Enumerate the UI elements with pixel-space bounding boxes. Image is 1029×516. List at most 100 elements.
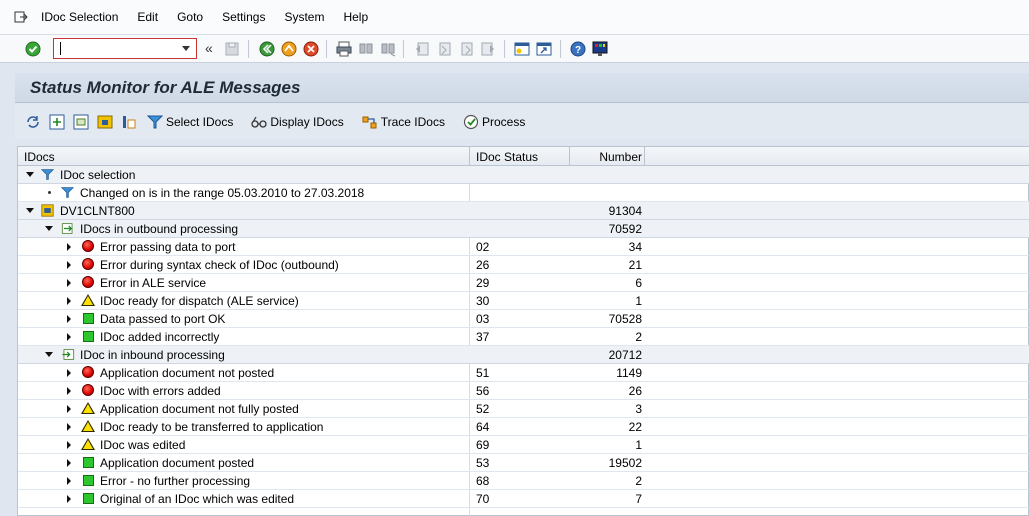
select-idocs-button[interactable]: Select IDocs bbox=[147, 114, 233, 130]
application-toolbar: Select IDocs Display IDocs Trace IDocs P… bbox=[15, 104, 1029, 139]
column-header-status[interactable]: IDoc Status bbox=[476, 150, 538, 164]
table-row[interactable]: Error passing data to port 02 34 bbox=[18, 238, 1029, 256]
trace-idocs-button[interactable]: Trace IDocs bbox=[362, 114, 445, 130]
row-status: 68 bbox=[476, 474, 490, 488]
row-status: 02 bbox=[476, 240, 490, 254]
collapsed-arrow-icon[interactable] bbox=[67, 441, 71, 449]
table-row[interactable]: IDoc was edited 69 1 bbox=[18, 436, 1029, 454]
menu-edit[interactable]: Edit bbox=[137, 10, 158, 24]
collapsed-arrow-icon[interactable] bbox=[67, 477, 71, 485]
select-layout-icon[interactable] bbox=[121, 114, 137, 130]
collapsed-arrow-icon[interactable] bbox=[67, 423, 71, 431]
tree-node-outbound[interactable]: IDocs in outbound processing 70592 bbox=[18, 220, 1029, 238]
yellow-warning-icon bbox=[81, 438, 95, 450]
yellow-warning-icon bbox=[81, 294, 95, 306]
row-number: 7 bbox=[635, 492, 642, 506]
menu-system[interactable]: System bbox=[284, 10, 324, 24]
table-row[interactable]: IDoc added incorrectly 37 2 bbox=[18, 328, 1029, 346]
column-header-number[interactable]: Number bbox=[599, 150, 642, 164]
table-row[interactable]: IDoc ready for dispatch (ALE service) 30… bbox=[18, 292, 1029, 310]
red-status-icon bbox=[82, 258, 94, 270]
row-number: 34 bbox=[628, 240, 642, 254]
table-row[interactable]: Error - no further processing 68 2 bbox=[18, 472, 1029, 490]
table-header: IDocs IDoc Status Number bbox=[18, 147, 1029, 166]
collapsed-arrow-icon[interactable] bbox=[67, 297, 71, 305]
table-row[interactable]: Application document posted 53 19502 bbox=[18, 454, 1029, 472]
row-status: 26 bbox=[476, 258, 490, 272]
table-row[interactable]: Original of an IDoc which was edited 70 … bbox=[18, 490, 1029, 508]
tree-node-inbound[interactable]: IDoc in inbound processing 20712 bbox=[18, 346, 1029, 364]
green-status-icon bbox=[83, 313, 94, 324]
row-label: Application document not fully posted bbox=[100, 402, 299, 416]
display-idocs-button[interactable]: Display IDocs bbox=[251, 114, 344, 130]
table-row[interactable]: Data passed to port OK 03 70528 bbox=[18, 310, 1029, 328]
table-row[interactable]: Application document not fully posted 52… bbox=[18, 400, 1029, 418]
row-status: 69 bbox=[476, 438, 490, 452]
collapsed-arrow-icon[interactable] bbox=[67, 243, 71, 251]
collapsed-arrow-icon[interactable] bbox=[67, 495, 71, 503]
find-next-icon bbox=[381, 43, 396, 57]
collapse-all-icon[interactable] bbox=[73, 114, 89, 130]
menu-help[interactable]: Help bbox=[343, 10, 368, 24]
expanded-arrow-icon[interactable] bbox=[45, 226, 53, 231]
row-status: 30 bbox=[476, 294, 490, 308]
expand-all-icon[interactable] bbox=[49, 114, 65, 130]
back-icon[interactable] bbox=[259, 41, 275, 57]
expanded-arrow-icon[interactable] bbox=[26, 208, 34, 213]
collapsed-arrow-icon[interactable] bbox=[67, 369, 71, 377]
shortcut-icon[interactable] bbox=[536, 41, 552, 57]
collapsed-arrow-icon[interactable] bbox=[67, 279, 71, 287]
menu-settings[interactable]: Settings bbox=[222, 10, 265, 24]
row-number: 2 bbox=[635, 474, 642, 488]
system-number: 91304 bbox=[608, 204, 642, 218]
menu-goto[interactable]: Goto bbox=[177, 10, 203, 24]
green-status-icon bbox=[83, 475, 94, 486]
save-icon bbox=[225, 42, 239, 56]
row-label: IDoc ready for dispatch (ALE service) bbox=[100, 294, 299, 308]
cancel-icon[interactable] bbox=[303, 41, 319, 57]
first-page-icon bbox=[416, 42, 429, 56]
enter-check-icon[interactable] bbox=[25, 41, 41, 57]
table-row[interactable]: IDoc with errors added 56 26 bbox=[18, 382, 1029, 400]
collapsed-arrow-icon[interactable] bbox=[67, 387, 71, 395]
row-label: Error - no further processing bbox=[100, 474, 251, 488]
column-header-idocs[interactable]: IDocs bbox=[24, 150, 55, 164]
table-row[interactable]: Error during syntax check of IDoc (outbo… bbox=[18, 256, 1029, 274]
collapsed-arrow-icon[interactable] bbox=[67, 333, 71, 341]
expanded-arrow-icon[interactable] bbox=[45, 352, 53, 357]
collapsed-arrow-icon[interactable] bbox=[67, 315, 71, 323]
collapsed-arrow-icon[interactable] bbox=[67, 405, 71, 413]
table-row[interactable]: IDoc ready to be transferred to applicat… bbox=[18, 418, 1029, 436]
trace-idocs-label: Trace IDocs bbox=[380, 114, 445, 129]
exit-icon[interactable] bbox=[281, 41, 297, 57]
red-status-icon bbox=[82, 366, 94, 378]
table-row[interactable]: Error in ALE service 29 6 bbox=[18, 274, 1029, 292]
print-icon[interactable] bbox=[336, 41, 352, 57]
collapsed-arrow-icon[interactable] bbox=[67, 261, 71, 269]
tree-node-idoc-selection[interactable]: IDoc selection bbox=[18, 166, 1029, 184]
idoc-folder-icon[interactable] bbox=[97, 114, 113, 130]
tree-node-system[interactable]: DV1CLNT800 91304 bbox=[18, 202, 1029, 220]
row-label: IDoc was edited bbox=[100, 438, 186, 452]
select-idocs-label: Select IDocs bbox=[166, 114, 234, 129]
process-button[interactable]: Process bbox=[463, 114, 525, 130]
table-row[interactable]: Application document not posted 51 1149 bbox=[18, 364, 1029, 382]
row-label: Data passed to port OK bbox=[100, 312, 226, 326]
row-status: 56 bbox=[476, 384, 490, 398]
expanded-arrow-icon[interactable] bbox=[26, 172, 34, 177]
row-label: Error during syntax check of IDoc (outbo… bbox=[100, 258, 339, 272]
help-icon[interactable]: ? bbox=[570, 41, 586, 57]
menu-expand-icon[interactable] bbox=[14, 10, 28, 24]
menu-idoc-selection[interactable]: IDoc Selection bbox=[41, 10, 118, 24]
customize-layout-icon[interactable] bbox=[592, 41, 608, 57]
collapse-toolbar-icon[interactable]: « bbox=[205, 40, 213, 56]
row-status: 53 bbox=[476, 456, 490, 470]
process-label: Process bbox=[481, 114, 526, 129]
refresh-icon[interactable] bbox=[25, 114, 41, 130]
collapsed-arrow-icon[interactable] bbox=[67, 459, 71, 467]
chevron-down-icon[interactable] bbox=[182, 46, 190, 51]
row-label: IDoc added incorrectly bbox=[100, 330, 220, 344]
tree-node-selection-criteria[interactable]: Changed on is in the range 05.03.2010 to… bbox=[18, 184, 1029, 202]
command-field[interactable] bbox=[53, 38, 197, 59]
new-session-icon[interactable] bbox=[514, 41, 530, 57]
